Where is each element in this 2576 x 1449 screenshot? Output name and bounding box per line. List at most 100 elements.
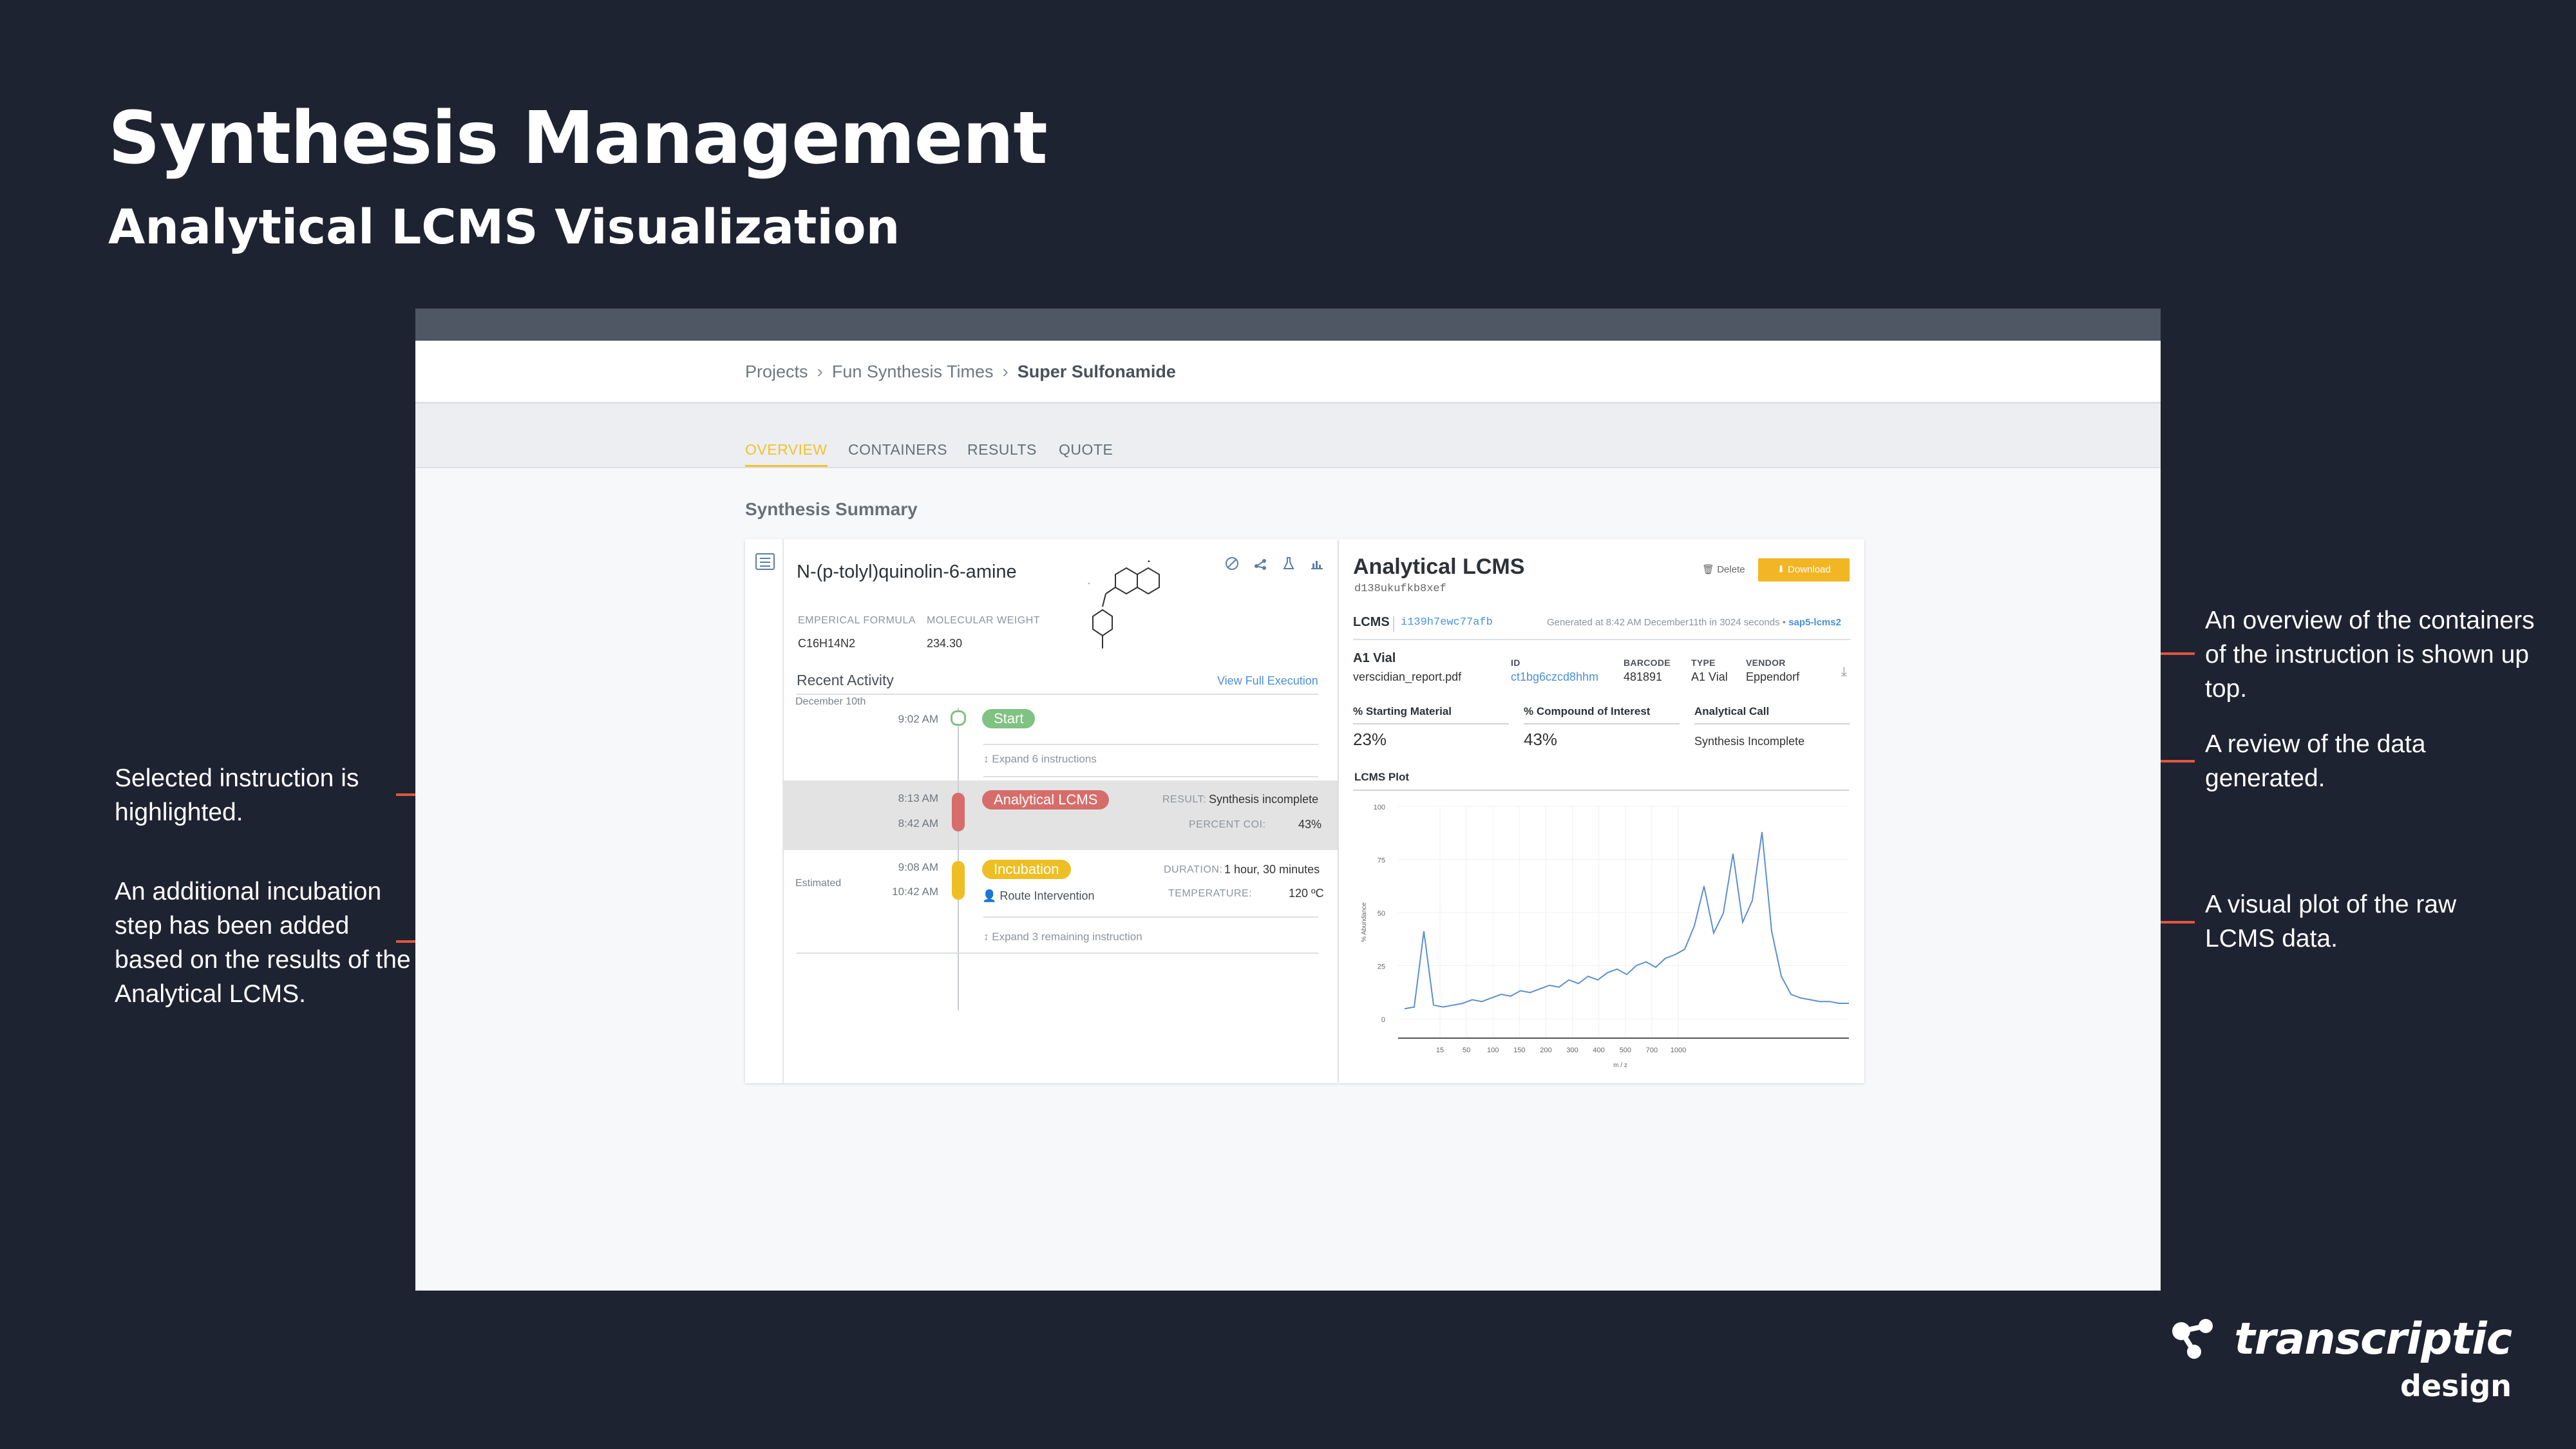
chevron-right-icon: › — [817, 361, 823, 381]
x-tick-label: 400 — [1593, 1046, 1604, 1054]
barcode-label: BARCODE — [1624, 658, 1671, 668]
timeline-date: December 10th — [795, 696, 866, 707]
divider — [983, 744, 1318, 745]
generated-text: Generated at 8:42 AM December11th in 302… — [1547, 617, 1786, 628]
flask-icon[interactable] — [1281, 556, 1296, 571]
tab-results[interactable]: RESULTS — [967, 441, 1037, 465]
delete-button[interactable]: 🗑 Delete — [1702, 564, 1745, 575]
section-title: Synthesis Summary — [745, 499, 918, 519]
expand-remaining-label: Expand 3 remaining instruction — [992, 931, 1142, 943]
svg-text:•: • — [1147, 558, 1151, 565]
result-value: Synthesis incomplete — [1209, 793, 1319, 806]
view-full-execution-link[interactable]: View Full Execution — [1217, 674, 1318, 688]
analytical-hash: d138ukufkb8xef — [1354, 583, 1446, 595]
result-label: RESULT: — [1162, 794, 1207, 805]
start-time: 9:02 AM — [898, 713, 938, 725]
trash-icon: 🗑 — [1702, 564, 1718, 575]
route-intervention[interactable]: 👤 Route Intervention — [982, 889, 1095, 903]
list-icon[interactable] — [755, 553, 775, 570]
barcode-value: 481891 — [1624, 670, 1663, 683]
timeline-line — [958, 708, 959, 1010]
divider — [1353, 639, 1850, 640]
note-data-review: A review of the data generated. — [2205, 730, 2426, 792]
share-icon[interactable] — [1253, 556, 1268, 571]
note-container-overview: An overview of the containers of the ins… — [2205, 607, 2535, 703]
x-axis-label: m / z — [1613, 1062, 1627, 1069]
app-topbar — [415, 308, 2161, 341]
download-button[interactable]: ⬇ Download — [1758, 558, 1850, 582]
lcms-pill[interactable]: Analytical LCMS — [982, 790, 1110, 810]
lcms-end-time: 8:42 AM — [898, 817, 938, 829]
expand-instructions-label: Expand 6 instructions — [992, 753, 1097, 765]
x-tick-label: 300 — [1566, 1046, 1578, 1054]
file-download-icon[interactable]: ⤓ — [1841, 665, 1847, 679]
expand-remaining[interactable]: ↕ Expand 3 remaining instruction — [983, 931, 1142, 943]
generated-info: Generated at 8:42 AM December11th in 302… — [1547, 617, 1841, 628]
lcms-series-line — [1404, 831, 1849, 1010]
divider — [797, 694, 1318, 695]
synthesis-summary-card: N-(p-tolyl)quinolin-6-amine - • EMPERICA… — [745, 539, 1338, 1083]
coi-value: 43% — [1524, 730, 1558, 749]
y-tick-label: 25 — [1378, 963, 1385, 971]
x-tick-label: 100 — [1487, 1046, 1499, 1054]
analytical-title: Analytical LCMS — [1353, 554, 1525, 579]
vendor-value: Eppendorf — [1746, 670, 1800, 683]
incubation-end-time: 10:42 AM — [892, 886, 938, 898]
incubation-node — [952, 861, 965, 900]
lcms-plot: 0 25 50 75 100 15 50 100 150 200 300 400 500 700 1000 m… — [1353, 790, 1849, 1069]
note-selected-instruction: Selected instruction is highlighted. — [115, 764, 359, 826]
lcms-label: LCMS — [1353, 615, 1390, 629]
note-visual-plot: A visual plot of the raw LCMS data. — [2205, 891, 2457, 952]
start-pill[interactable]: Start — [982, 709, 1036, 728]
duration-label: DURATION: — [1164, 864, 1223, 875]
svg-text:-: - — [1088, 580, 1090, 587]
lcms-node — [952, 793, 965, 831]
breadcrumb: Projects › Fun Synthesis Times › Super S… — [745, 361, 1176, 382]
percent-coi-label: PERCENT COI: — [1189, 819, 1266, 830]
x-tick-label: 1000 — [1671, 1046, 1686, 1054]
tab-overview[interactable]: OVERVIEW — [745, 441, 828, 467]
tab-bar: OVERVIEW CONTAINERS RESULTS QUOTE — [415, 404, 2161, 468]
expand-instructions[interactable]: ↕ Expand 6 instructions — [983, 753, 1097, 766]
container-id-link[interactable]: ct1bg6czcd8hhm — [1511, 670, 1598, 684]
chevron-right-icon: › — [1002, 361, 1009, 381]
instrument-link[interactable]: sap5-lcms2 — [1788, 617, 1841, 628]
expand-arrows-icon: ↕ — [983, 753, 992, 765]
divider — [1393, 616, 1394, 632]
chart-icon[interactable] — [1309, 556, 1325, 571]
temperature-label: TEMPERATURE: — [1168, 888, 1253, 899]
compound-name: N-(p-tolyl)quinolin-6-amine — [797, 562, 1017, 582]
lcms-id-link[interactable]: i139h7ewc77afb — [1401, 616, 1493, 629]
starting-material-value: 23% — [1353, 730, 1387, 749]
y-axis-label: % Abundance — [1361, 902, 1368, 942]
download-icon: ⬇ — [1777, 564, 1788, 575]
container-name: A1 Vial — [1353, 651, 1396, 665]
container-file[interactable]: verscidian_report.pdf — [1353, 670, 1461, 684]
analytical-call-label: Analytical Call — [1694, 705, 1850, 724]
divider — [983, 776, 1318, 777]
ban-icon[interactable] — [1224, 556, 1240, 571]
download-label: Download — [1788, 564, 1831, 575]
x-tick-label: 700 — [1646, 1046, 1658, 1054]
molecule-structure: - • — [1088, 558, 1160, 649]
incubation-pill[interactable]: Incubation — [982, 860, 1071, 879]
breadcrumb-projects[interactable]: Projects — [745, 362, 808, 382]
estimated-label: Estimated — [795, 878, 842, 889]
temperature-value: 120 ºC — [1289, 887, 1324, 900]
x-tick-label: 150 — [1513, 1046, 1525, 1054]
duration-value: 1 hour, 30 minutes — [1224, 863, 1320, 876]
note-incubation-added: An additional incubation step has been a… — [115, 878, 411, 1008]
type-value: A1 Vial — [1691, 670, 1728, 683]
brand-sub: design — [2400, 1368, 2512, 1403]
divider — [983, 916, 1318, 918]
x-tick-label: 50 — [1463, 1046, 1470, 1054]
recent-activity-title: Recent Activity — [797, 672, 894, 688]
starting-material-label: % Starting Material — [1353, 705, 1509, 724]
id-label: ID — [1511, 658, 1520, 668]
tab-quote[interactable]: QUOTE — [1059, 441, 1113, 465]
type-label: TYPE — [1691, 658, 1716, 668]
brand-logo: transcriptic design — [2170, 1314, 2512, 1403]
tab-containers[interactable]: CONTAINERS — [848, 441, 947, 465]
breadcrumb-project[interactable]: Fun Synthesis Times — [832, 362, 994, 382]
weight-value: 234.30 — [927, 637, 963, 650]
